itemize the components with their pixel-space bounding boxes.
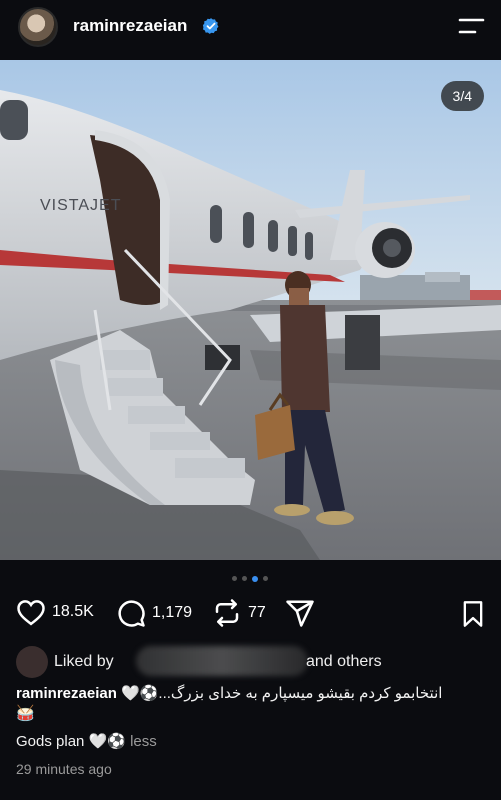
timestamp: 29 minutes ago <box>16 761 112 777</box>
like-count: 18.5K <box>52 603 94 620</box>
caption: raminrezaeian انتخابمو کردم بقیشو میسپار… <box>16 684 486 724</box>
username[interactable]: raminrezaeian <box>73 16 187 36</box>
caption-emoji-line: 🥁 <box>16 705 35 722</box>
carousel-counter: 3/4 <box>440 81 484 111</box>
verified-badge-icon <box>202 18 219 34</box>
carousel-dot <box>242 576 247 581</box>
repost-icon <box>215 599 239 627</box>
send-icon <box>286 600 314 627</box>
jet-brand-text: VISTAJET <box>40 197 122 214</box>
carousel-dot-active <box>252 575 258 582</box>
post-header: raminrezaeian <box>0 0 501 58</box>
caption-text: انتخابمو کردم بقیشو میسپارم به خدای بزرگ… <box>121 685 443 702</box>
liked-by-redacted <box>136 646 308 676</box>
liked-by-avatar <box>16 646 48 678</box>
repost-button[interactable]: 77 <box>212 598 266 628</box>
like-button[interactable]: 18.5K <box>16 598 94 626</box>
share-button[interactable] <box>284 598 316 628</box>
comment-icon <box>118 600 145 627</box>
caption-second-text: Gods plan 🤍⚽ <box>16 733 126 750</box>
avatar[interactable] <box>18 7 58 47</box>
comment-count: 1,179 <box>152 604 193 621</box>
liked-by-suffix: and others <box>306 653 382 670</box>
less-link[interactable]: less <box>130 733 157 750</box>
post-photo[interactable]: VISTAJET 3/4 <box>0 60 501 560</box>
menu-icon[interactable] <box>456 15 486 37</box>
liked-by-prefix: Liked by <box>54 653 114 670</box>
comment-button[interactable]: 1,179 <box>116 598 192 628</box>
repost-count: 77 <box>248 604 266 621</box>
liked-by-row[interactable]: Liked by and others <box>16 646 486 678</box>
carousel-dot <box>263 576 268 581</box>
caption-second-line: Gods plan 🤍⚽ less <box>16 732 157 750</box>
carousel-dot <box>232 576 237 581</box>
caption-username[interactable]: raminrezaeian <box>16 685 117 702</box>
carousel-indicator <box>232 575 268 582</box>
bookmark-icon[interactable] <box>460 600 486 628</box>
heart-icon <box>17 600 45 626</box>
photo-image: VISTAJET <box>0 60 501 560</box>
action-bar: 18.5K 1,179 77 <box>16 598 486 634</box>
